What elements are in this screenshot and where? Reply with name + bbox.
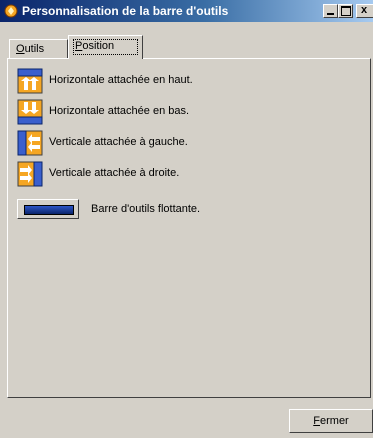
option-label: Horizontale attachée en haut.	[49, 74, 193, 86]
app-icon	[4, 4, 18, 18]
tab-outils-label: Outils	[16, 43, 45, 55]
dock-left-icon	[17, 130, 43, 156]
floating-toolbar-icon	[24, 205, 74, 215]
close-button-label: Fermer	[313, 415, 349, 427]
option-label: Verticale attachée à droite.	[49, 167, 180, 179]
close-window-button[interactable]: x	[356, 4, 373, 18]
dock-top-icon	[17, 68, 43, 94]
dock-right-icon	[17, 161, 43, 187]
minimize-button[interactable]	[323, 4, 338, 18]
window-title: Personnalisation de la barre d'outils	[22, 4, 229, 18]
close-button[interactable]: Fermer	[289, 409, 373, 433]
close-icon: x	[361, 4, 368, 16]
dock-bottom-icon	[17, 99, 43, 125]
maximize-button[interactable]	[338, 4, 353, 18]
tab-position[interactable]: Position	[68, 35, 143, 59]
title-bar[interactable]: Personnalisation de la barre d'outils x	[0, 0, 373, 22]
tab-outils[interactable]: Outils	[9, 39, 68, 58]
dialog-window: Personnalisation de la barre d'outils x …	[0, 0, 373, 438]
floating-toolbar-button[interactable]	[17, 199, 79, 219]
option-label: Verticale attachée à gauche.	[49, 136, 188, 148]
floating-toolbar-label: Barre d'outils flottante.	[91, 203, 201, 215]
tab-position-label: Position	[75, 40, 115, 52]
option-label: Horizontale attachée en bas.	[49, 105, 190, 117]
